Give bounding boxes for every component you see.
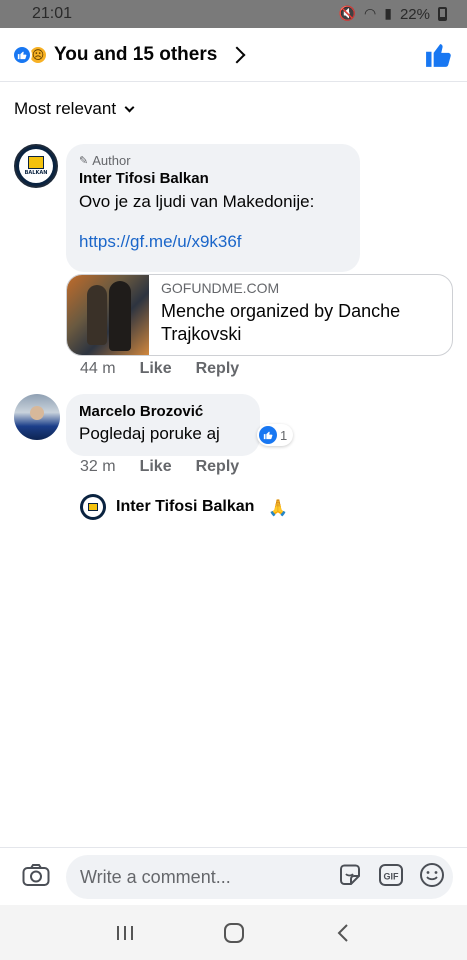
comment-reaction-count[interactable]: 1 bbox=[257, 424, 294, 446]
reactions-summary[interactable]: You and 15 others bbox=[54, 44, 217, 66]
sort-label: Most relevant bbox=[14, 99, 117, 118]
comment-bubble[interactable]: ✎ Author Inter Tifosi Balkan Ovo je za l… bbox=[66, 144, 360, 272]
link-preview-title: Menche organized by Danche Trajkovski bbox=[161, 301, 401, 344]
link-preview-card[interactable]: GOFUNDME.COM Menche organized by Danche … bbox=[66, 274, 453, 356]
camera-icon[interactable] bbox=[22, 863, 50, 887]
comment-time: 32 m bbox=[80, 458, 116, 475]
reactions-header[interactable]: ☹ You and 15 others bbox=[0, 28, 467, 82]
svg-text:GIF: GIF bbox=[384, 872, 400, 882]
avatar-logo: BALKAN bbox=[19, 149, 53, 183]
comment-bubble[interactable]: Marcelo Brozović Pogledaj poruke aj bbox=[66, 394, 260, 456]
composer-icons: GIF bbox=[337, 862, 445, 888]
commenter-name[interactable]: Inter Tifosi Balkan bbox=[79, 170, 347, 187]
chevron-right-icon[interactable] bbox=[228, 46, 246, 63]
like-reaction-icon bbox=[12, 44, 32, 65]
comment-composer: GIF bbox=[0, 847, 467, 905]
comments-sheet: ☹ You and 15 others Most relevant BALKAN… bbox=[0, 28, 467, 905]
comment-text: Ovo je za ljudi van Makedonije: bbox=[79, 192, 315, 211]
battery-percent: 22% bbox=[399, 5, 430, 23]
commenter-name[interactable]: Marcelo Brozović bbox=[79, 403, 247, 420]
reaction-icons: ☹ bbox=[12, 44, 48, 65]
link-preview-image bbox=[67, 275, 149, 355]
club-badge-icon bbox=[88, 503, 98, 511]
status-icons: 🔇 ◠ ▮ 22% bbox=[339, 6, 447, 23]
reply-preview[interactable]: Inter Tifosi Balkan 🙏 bbox=[80, 494, 288, 520]
emoji-icon[interactable] bbox=[419, 862, 445, 888]
home-icon[interactable] bbox=[219, 918, 249, 948]
link-preview-domain: GOFUNDME.COM bbox=[161, 280, 280, 296]
like-button[interactable]: Like bbox=[140, 458, 172, 476]
recent-apps-icon[interactable] bbox=[110, 918, 140, 948]
chevron-down-icon bbox=[124, 102, 135, 112]
back-icon[interactable] bbox=[328, 918, 358, 948]
sticker-icon[interactable] bbox=[337, 862, 363, 888]
comment-time: 44 m bbox=[80, 360, 116, 377]
gif-icon[interactable]: GIF bbox=[378, 862, 404, 888]
club-badge-icon bbox=[28, 156, 44, 169]
avatar bbox=[80, 494, 106, 520]
author-badge-label: Author bbox=[92, 153, 131, 168]
comment-text: Pogledaj poruke aj bbox=[79, 424, 220, 443]
pencil-icon: ✎ bbox=[79, 154, 89, 167]
wifi-icon: ◠ bbox=[364, 6, 377, 22]
reply-button[interactable]: Reply bbox=[196, 360, 240, 378]
author-badge: ✎ Author bbox=[79, 153, 347, 168]
comment-actions: 44 m Like Reply bbox=[80, 360, 239, 378]
link-preview-meta: GOFUNDME.COM Menche organized by Danche … bbox=[149, 275, 452, 355]
mute-icon: 🔇 bbox=[338, 6, 357, 22]
comment-link[interactable]: https://gf.me/u/x9k36f bbox=[79, 232, 347, 252]
avatar-logo-text: BALKAN bbox=[24, 170, 48, 176]
reply-button[interactable]: Reply bbox=[196, 458, 240, 476]
status-time: 21:01 bbox=[32, 5, 73, 22]
avatar[interactable] bbox=[14, 394, 60, 440]
system-nav-bar bbox=[0, 905, 467, 960]
like-reaction-icon bbox=[259, 426, 277, 444]
praying-hands-icon: 🙏 bbox=[268, 497, 289, 517]
reaction-count: 1 bbox=[280, 427, 288, 443]
comment-actions: 32 m Like Reply bbox=[80, 458, 239, 476]
sort-dropdown[interactable]: Most relevant bbox=[14, 99, 135, 119]
avatar[interactable]: BALKAN bbox=[14, 144, 58, 188]
status-bar: 21:01 🔇 ◠ ▮ 22% bbox=[0, 0, 467, 28]
like-button[interactable]: Like bbox=[140, 360, 172, 378]
like-thumb-icon[interactable] bbox=[425, 42, 451, 68]
reply-author: Inter Tifosi Balkan bbox=[116, 498, 255, 515]
battery-icon bbox=[438, 7, 447, 21]
signal-icon: ▮ bbox=[384, 6, 392, 22]
